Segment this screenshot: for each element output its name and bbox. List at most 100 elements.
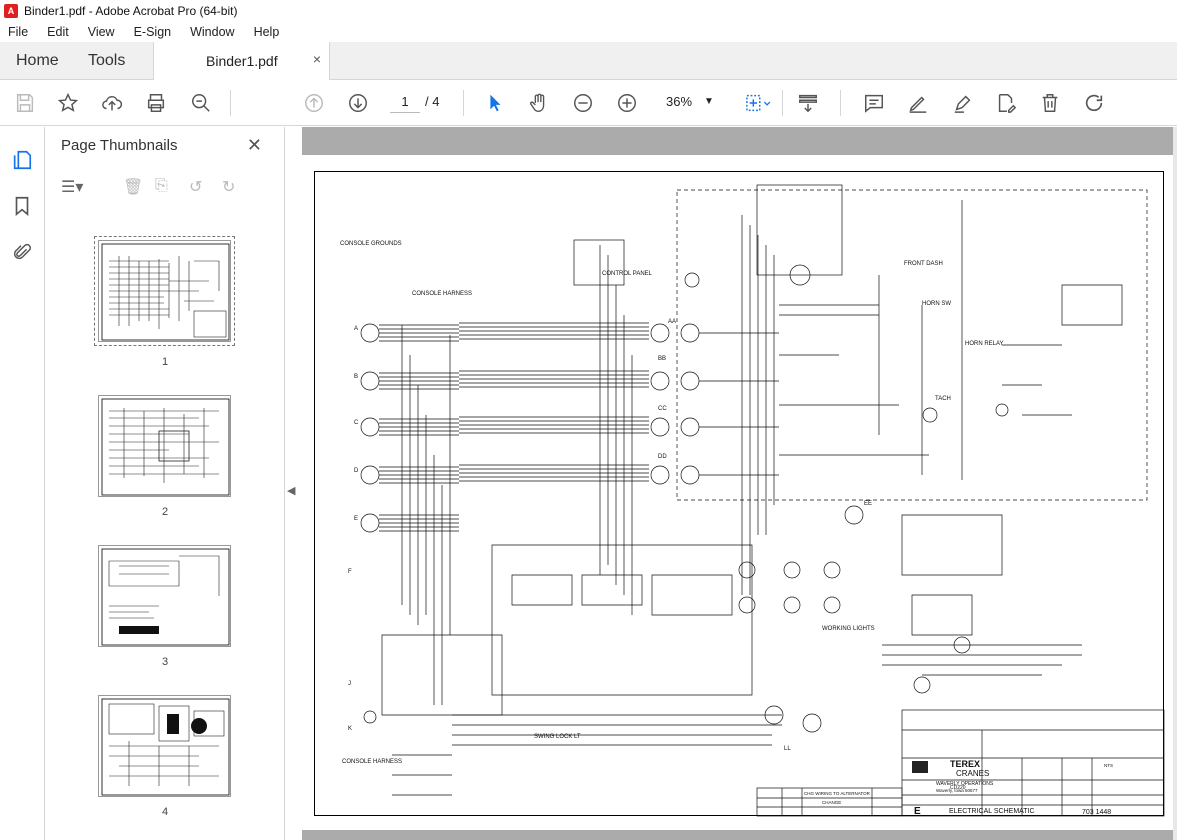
document-tab-label: Binder1.pdf <box>206 53 278 69</box>
rotate-icon[interactable] <box>1082 91 1106 115</box>
comment-icon[interactable] <box>862 91 886 115</box>
revision-note: CHG WIRING TO ALTERNATOR <box>804 791 871 796</box>
connector-label: A <box>354 326 358 332</box>
hand-tool-icon[interactable] <box>527 91 551 115</box>
revision-change: CHANGE <box>822 800 841 805</box>
edit-pdf-icon[interactable] <box>994 91 1018 115</box>
connector-label: C <box>354 420 359 426</box>
menu-esign[interactable]: E-Sign <box>134 25 172 39</box>
tab-document[interactable]: Binder1.pdf × <box>153 42 330 81</box>
collapse-panel-icon[interactable]: ◀ <box>287 484 299 500</box>
select-cursor-icon[interactable] <box>483 91 507 115</box>
save-icon[interactable] <box>13 91 37 115</box>
panel-title: Page Thumbnails <box>61 137 178 154</box>
thumbnail-label: 3 <box>161 656 169 668</box>
share-upload-icon[interactable] <box>100 91 124 115</box>
drawing-number: 703 1448 <box>1082 809 1111 816</box>
menu-edit[interactable]: Edit <box>47 25 69 39</box>
fit-page-icon[interactable] <box>740 91 774 115</box>
previous-page-icon[interactable] <box>302 91 326 115</box>
connector-label: F <box>348 569 352 575</box>
zoom-level-dropdown[interactable]: 36% ▼ <box>658 91 718 113</box>
chevron-down-icon: ▼ <box>704 96 714 107</box>
thumbnail-options-icon[interactable]: ☰▾ <box>61 177 83 197</box>
toolbar-separator <box>840 90 841 116</box>
connector-label: AA <box>668 319 676 325</box>
connector-label: CC <box>658 406 667 412</box>
thumbnail-page-1[interactable] <box>94 236 235 346</box>
schematic-note: SWING LOCK LT <box>534 734 581 740</box>
next-page-icon[interactable] <box>346 91 370 115</box>
connector-label: BB <box>658 356 666 362</box>
zoom-out-icon[interactable] <box>571 91 595 115</box>
title-block-company: TEREX <box>950 759 980 769</box>
page-number-input[interactable]: 1 <box>390 91 420 113</box>
electrical-schematic: A B C D E F J K AA BB CC DD EE LL CONSOL… <box>340 184 1165 817</box>
bookmark-star-icon[interactable] <box>56 91 80 115</box>
panel-toolbar: ☰▾ 🗑 ⎘ ↺ ↻ <box>45 167 285 207</box>
zoom-in-icon[interactable] <box>615 91 639 115</box>
model-number: CD220 <box>950 785 966 791</box>
schematic-note: CONSOLE HARNESS <box>342 759 402 765</box>
sign-icon[interactable] <box>951 91 975 115</box>
thumbnail-page-3[interactable] <box>98 545 231 647</box>
schematic-note: WORKING LIGHTS <box>822 626 875 632</box>
connector-label: LL <box>784 746 791 752</box>
document-viewer[interactable]: A B C D E F J K AA BB CC DD EE LL CONSOL… <box>302 127 1177 840</box>
title-block-title: ELECTRICAL SCHEMATIC <box>949 808 1035 815</box>
scale-value: NTS <box>1104 763 1113 768</box>
schematic-note: HORN RELAY <box>965 341 1004 347</box>
bookmarks-icon[interactable] <box>11 195 33 217</box>
title-block-company2: CRANES <box>956 769 989 778</box>
schematic-note: CONTROL PANEL <box>602 271 653 277</box>
toolbar-separator <box>230 90 231 116</box>
extract-page-icon[interactable]: ⎘ <box>155 177 168 195</box>
page-total: / 4 <box>425 94 440 109</box>
rotate-ccw-icon[interactable]: ↺ <box>189 177 202 197</box>
close-panel-icon[interactable]: ✕ <box>247 135 262 156</box>
page-thumbnails-icon[interactable] <box>11 149 33 171</box>
thumbnail-page-2[interactable] <box>98 395 231 497</box>
drawing-size: E <box>914 806 921 817</box>
left-navigation-rail <box>0 127 45 840</box>
acrobat-icon: A <box>4 4 18 18</box>
tab-home[interactable]: Home <box>16 42 59 80</box>
zoom-level-value: 36% <box>666 94 693 109</box>
schematic-note: HORN SW <box>922 301 951 307</box>
window-title: Binder1.pdf - Adobe Acrobat Pro (64-bit) <box>24 4 238 18</box>
attachments-paperclip-icon[interactable] <box>11 241 33 263</box>
thumbnail-list: 1 2 3 4 <box>45 212 285 840</box>
menu-file[interactable]: File <box>8 25 28 39</box>
menu-window[interactable]: Window <box>190 25 234 39</box>
thumbnail-label: 1 <box>161 356 169 368</box>
menu-bar: File Edit View E-Sign Window Help <box>0 22 1177 42</box>
close-tab-icon[interactable]: × <box>313 51 321 67</box>
print-icon[interactable] <box>144 91 168 115</box>
rotate-cw-icon[interactable]: ↻ <box>222 177 235 197</box>
menu-help[interactable]: Help <box>254 25 280 39</box>
schematic-note: TACH <box>935 396 951 402</box>
tab-tools[interactable]: Tools <box>88 42 125 80</box>
page-gap <box>302 830 1175 840</box>
vertical-scrollbar[interactable] <box>1173 127 1177 840</box>
thumbnail-page-4[interactable] <box>98 695 231 797</box>
connector-label: K <box>348 726 352 732</box>
toolbar-separator <box>782 90 783 116</box>
connector-label: E <box>354 516 358 522</box>
thumbnail-label: 4 <box>161 806 169 818</box>
schematic-note: FRONT DASH <box>904 261 943 267</box>
delete-page-icon[interactable]: 🗑 <box>123 177 143 197</box>
connector-label: DD <box>658 454 667 460</box>
highlight-pen-icon[interactable] <box>906 91 930 115</box>
find-zoom-icon[interactable] <box>189 91 213 115</box>
menu-view[interactable]: View <box>88 25 115 39</box>
connector-label: D <box>354 468 359 474</box>
thumbnail-label: 2 <box>161 506 169 518</box>
pdf-page: A B C D E F J K AA BB CC DD EE LL CONSOL… <box>302 155 1175 830</box>
connector-label: J <box>348 681 351 687</box>
toolbar: 1 / 4 36% ▼ <box>0 80 1177 126</box>
delete-trash-icon[interactable] <box>1038 91 1062 115</box>
connector-label: B <box>354 374 358 380</box>
scroll-mode-icon[interactable] <box>796 91 820 115</box>
schematic-note: CONSOLE HARNESS <box>412 291 472 297</box>
